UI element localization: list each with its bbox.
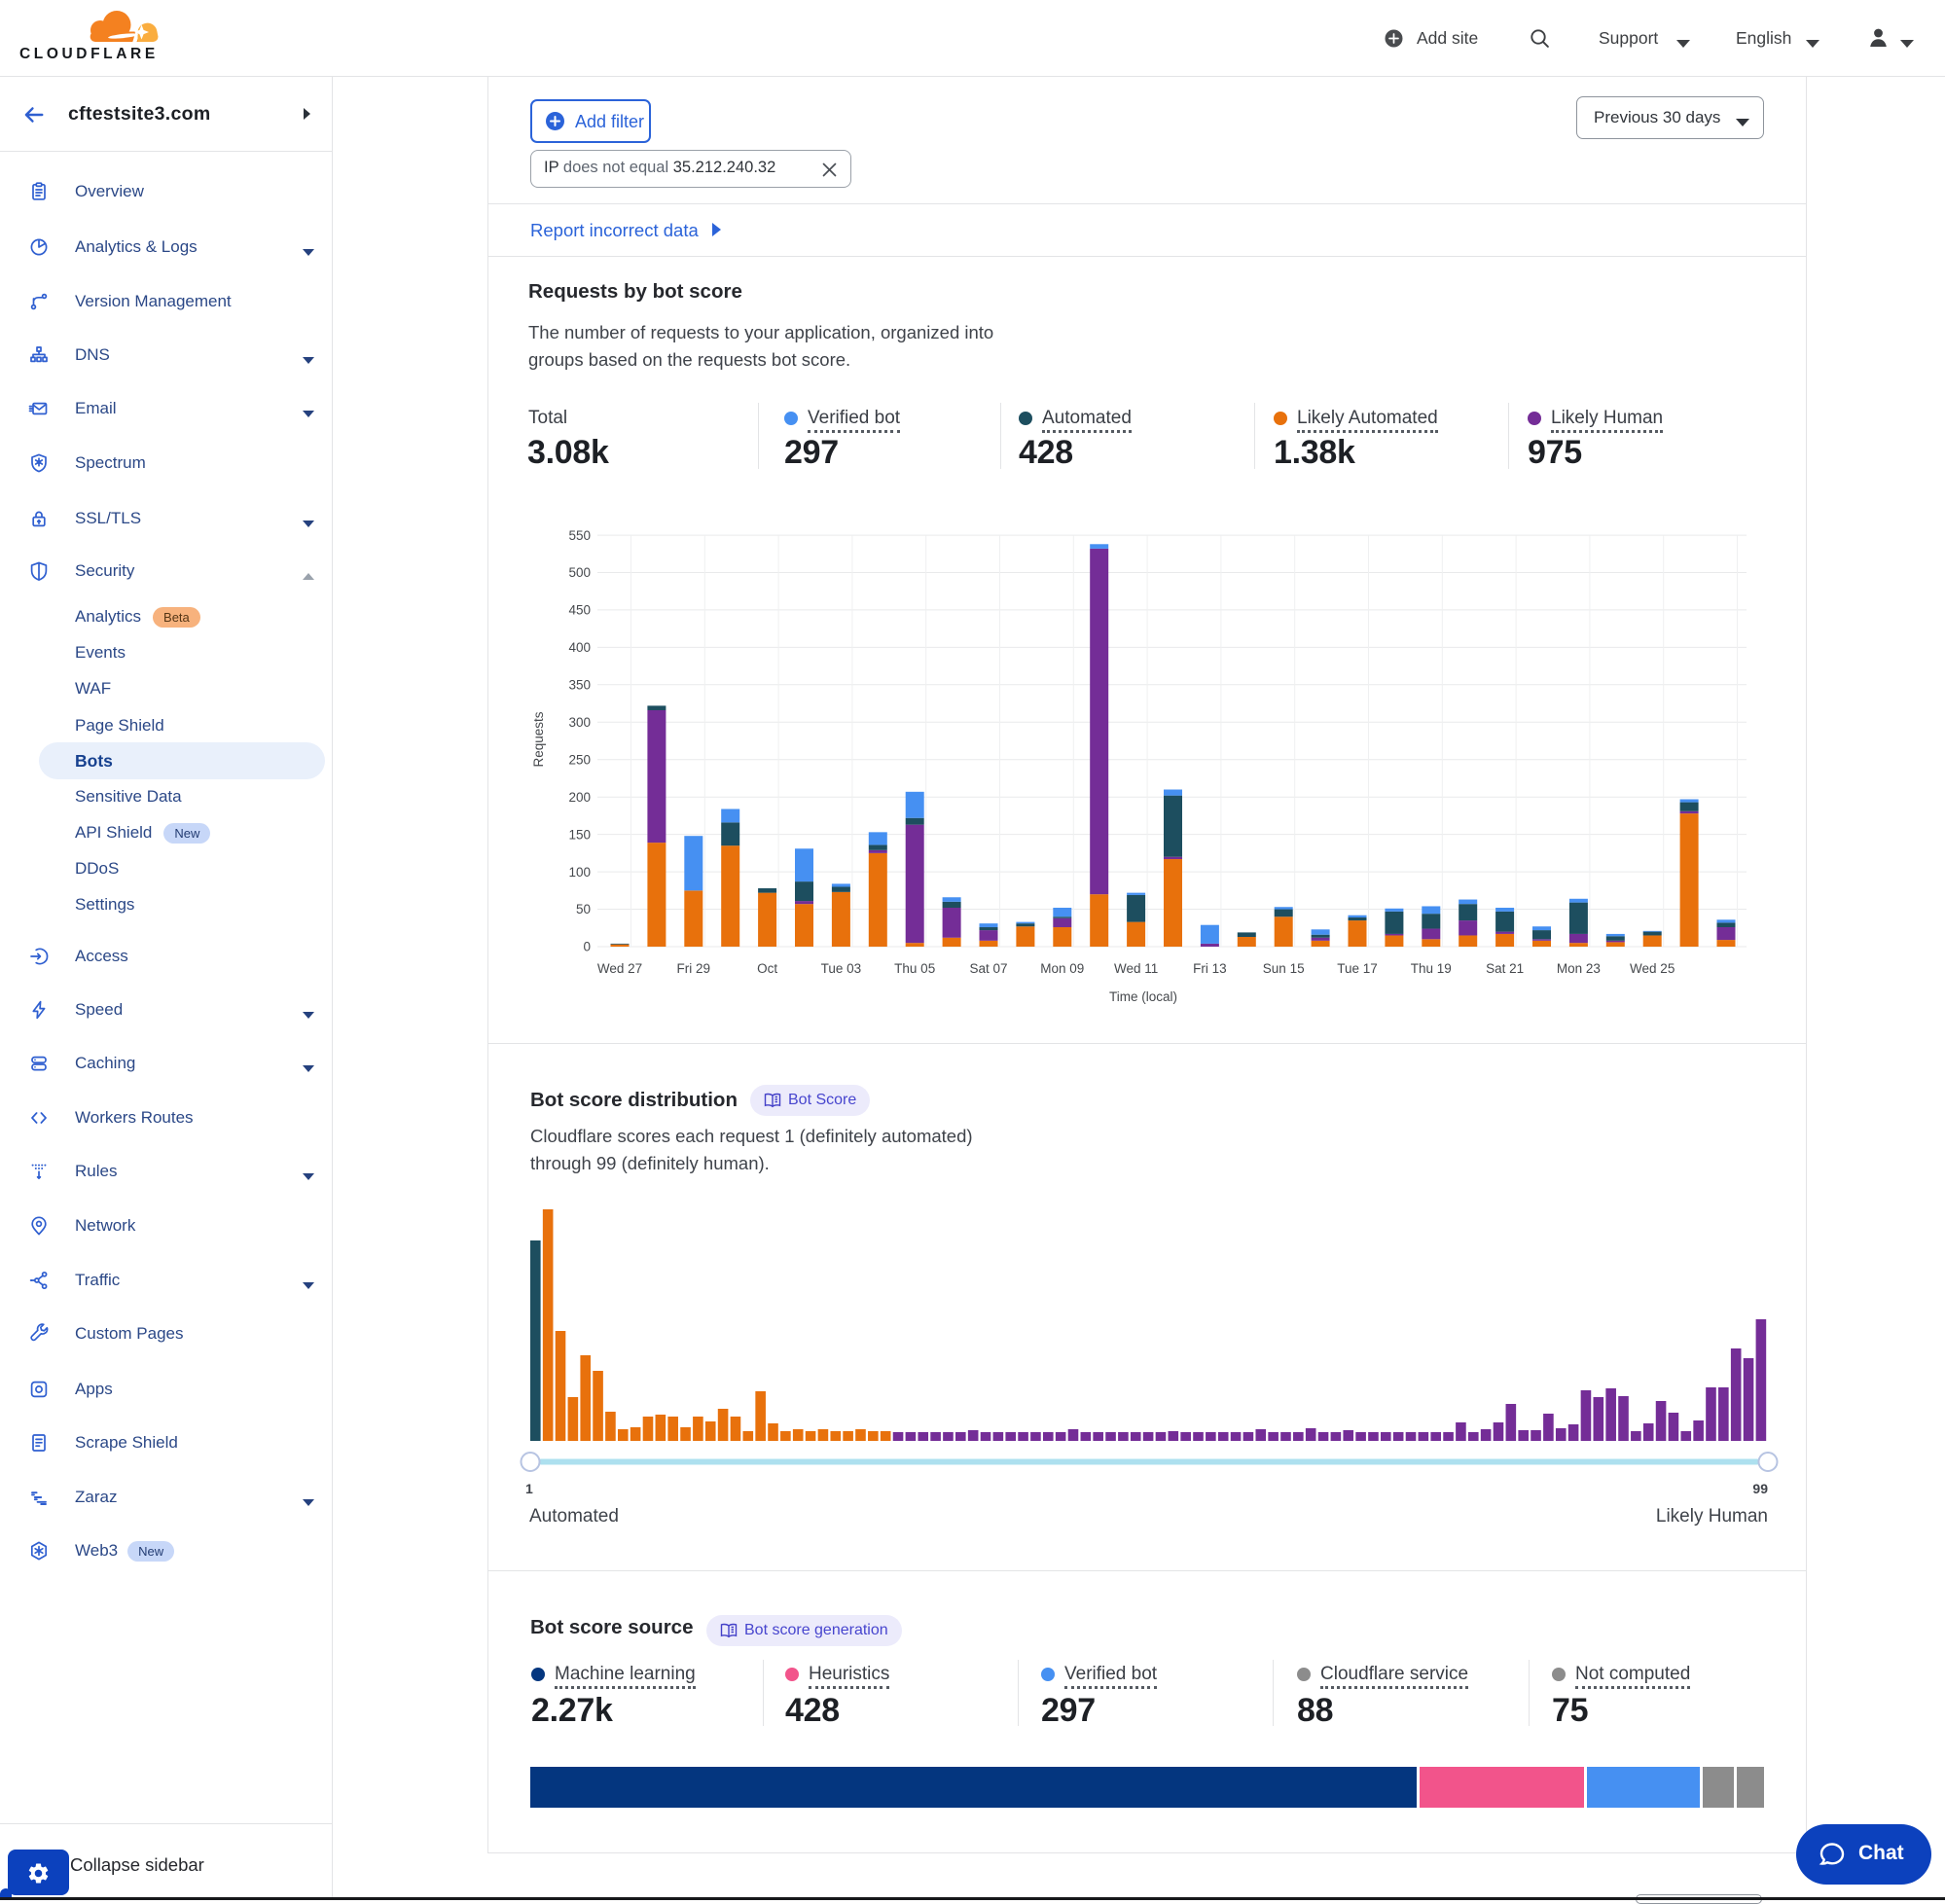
svg-text:Fri 29: Fri 29 bbox=[677, 961, 711, 976]
svg-text:Oct: Oct bbox=[757, 961, 777, 976]
svg-text:100: 100 bbox=[568, 865, 591, 880]
svg-text:150: 150 bbox=[568, 827, 591, 842]
svg-text:Sun 15: Sun 15 bbox=[1263, 961, 1305, 976]
svg-text:Thu 05: Thu 05 bbox=[894, 961, 935, 976]
svg-text:Mon 23: Mon 23 bbox=[1557, 961, 1601, 976]
svg-text:450: 450 bbox=[568, 603, 591, 618]
svg-text:250: 250 bbox=[568, 753, 591, 768]
svg-text:200: 200 bbox=[568, 790, 591, 805]
svg-text:Wed 25: Wed 25 bbox=[1630, 961, 1675, 976]
svg-text:Wed 11: Wed 11 bbox=[1114, 961, 1158, 976]
svg-text:Wed 27: Wed 27 bbox=[597, 961, 642, 976]
svg-text:Sat 21: Sat 21 bbox=[1486, 961, 1524, 976]
svg-text:50: 50 bbox=[576, 902, 591, 916]
svg-text:CLOUDFLARE: CLOUDFLARE bbox=[19, 46, 159, 62]
svg-text:500: 500 bbox=[568, 565, 591, 580]
svg-text:Time (local): Time (local) bbox=[1109, 989, 1177, 1004]
svg-text:300: 300 bbox=[568, 715, 591, 730]
svg-text:Fri 13: Fri 13 bbox=[1193, 961, 1227, 976]
svg-text:Mon 09: Mon 09 bbox=[1040, 961, 1084, 976]
svg-text:400: 400 bbox=[568, 640, 591, 655]
svg-text:Tue 17: Tue 17 bbox=[1337, 961, 1378, 976]
svg-text:Requests: Requests bbox=[531, 711, 546, 767]
svg-text:Thu 19: Thu 19 bbox=[1411, 961, 1452, 976]
svg-text:550: 550 bbox=[568, 528, 591, 543]
svg-text:Sat 07: Sat 07 bbox=[969, 961, 1007, 976]
svg-text:0: 0 bbox=[583, 940, 591, 954]
svg-text:Tue 03: Tue 03 bbox=[821, 961, 862, 976]
svg-text:350: 350 bbox=[568, 678, 591, 693]
